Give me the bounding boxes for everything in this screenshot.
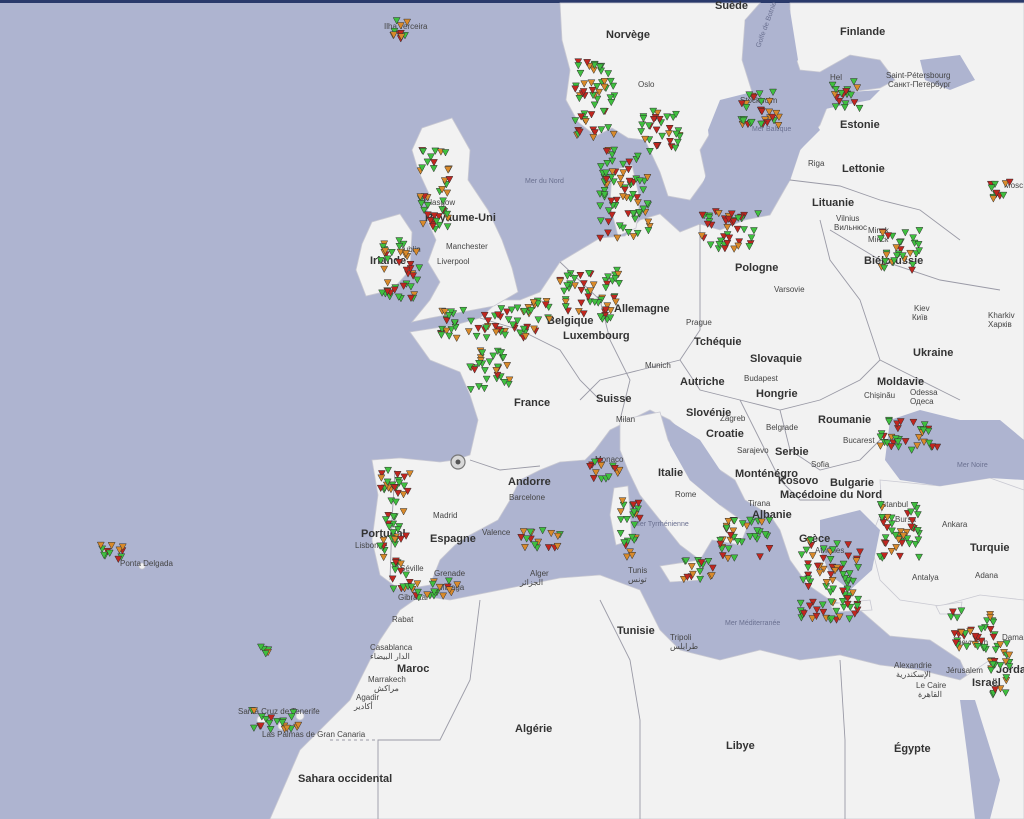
- label-luxembourg: Luxembourg: [563, 330, 630, 342]
- label-andorre: Andorre: [508, 476, 551, 488]
- label-budapest: Budapest: [744, 374, 779, 383]
- label-italie: Italie: [658, 467, 683, 479]
- label-croatie: Croatie: [706, 428, 744, 440]
- label-antalya: Antalya: [912, 573, 939, 582]
- label-tirana: Tirana: [748, 499, 771, 508]
- label-tripoli: Tripoli: [670, 633, 692, 642]
- label-france: France: [514, 397, 550, 409]
- label-tripoli-ar: طرابلس: [670, 642, 698, 651]
- label-chisinau: Chișinău: [864, 391, 895, 400]
- label-agadir-ar: أكادير: [353, 700, 373, 711]
- label-grece: Grèce: [799, 533, 830, 545]
- label-sofia: Sofia: [811, 460, 830, 469]
- label-mer-mediterranee: Mer Méditerranée: [725, 620, 780, 627]
- label-suisse: Suisse: [596, 393, 631, 405]
- label-montenegro: Monténégro: [735, 468, 798, 480]
- label-roumanie: Roumanie: [818, 414, 871, 426]
- label-tunisie: Tunisie: [617, 625, 655, 637]
- label-serbie: Serbie: [775, 446, 809, 458]
- label-lettonie: Lettonie: [842, 163, 885, 175]
- label-riga: Riga: [808, 159, 825, 168]
- label-jerusalem: Jérusalem: [946, 666, 983, 675]
- label-mer-du-nord: Mer du Nord: [525, 178, 564, 185]
- label-agadir: Agadir: [356, 693, 379, 702]
- label-norvege: Norvège: [606, 29, 650, 41]
- label-vilnius: Vilnius: [836, 214, 859, 223]
- label-kiev: Kiev: [914, 304, 930, 313]
- label-marrakech: Marrakech: [368, 675, 406, 684]
- label-kiev-ru: Київ: [912, 313, 928, 322]
- label-casablanca-ar: الدار البيضاء: [370, 652, 410, 661]
- label-helsinki: Hel: [830, 73, 842, 82]
- label-suede: Suède: [715, 0, 748, 12]
- label-le-caire: Le Caire: [916, 681, 947, 690]
- label-autriche: Autriche: [680, 376, 725, 388]
- label-sarajevo: Sarajevo: [737, 446, 769, 455]
- label-mer-tyrrhenienne: Mer Tyrrhénienne: [634, 521, 689, 528]
- label-liverpool: Liverpool: [437, 257, 470, 266]
- label-tunis: Tunis: [628, 566, 647, 575]
- label-manchester: Manchester: [446, 242, 488, 251]
- label-bulgarie: Bulgarie: [830, 477, 874, 489]
- selected-vessel-dot: [455, 459, 461, 465]
- label-milan: Milan: [616, 415, 635, 424]
- label-valence: Valence: [482, 528, 511, 537]
- label-casablanca: Casablanca: [370, 643, 413, 652]
- label-pologne: Pologne: [735, 262, 778, 274]
- label-maroc: Maroc: [397, 663, 429, 675]
- label-kharkiv-ru: Харків: [988, 320, 1012, 329]
- label-macedoine: Macédoine du Nord: [780, 489, 882, 501]
- label-espagne: Espagne: [430, 533, 476, 545]
- label-alger-ar: الجزائر: [519, 578, 543, 587]
- label-algerie: Algérie: [515, 723, 552, 735]
- label-prague: Prague: [686, 318, 712, 327]
- label-belgrade: Belgrade: [766, 423, 799, 432]
- label-las-palmas: Las Palmas de Gran Canaria: [262, 730, 366, 739]
- label-vilnius-ru: Вильнюс: [834, 223, 867, 232]
- label-barcelone: Barcelone: [509, 493, 546, 502]
- label-ankara: Ankara: [942, 520, 968, 529]
- label-oslo: Oslo: [638, 80, 655, 89]
- label-varsovie: Varsovie: [774, 285, 805, 294]
- label-mer-baltique: Mer Baltique: [752, 126, 791, 133]
- label-finlande: Finlande: [840, 26, 885, 38]
- label-estonie: Estonie: [840, 119, 880, 131]
- label-alger: Alger: [530, 569, 549, 578]
- label-belgique: Belgique: [547, 315, 593, 327]
- label-kharkiv: Kharkiv: [988, 311, 1015, 320]
- label-adana: Adana: [975, 571, 999, 580]
- label-le-caire-ar: القاهرة: [918, 690, 942, 699]
- label-lituanie: Lituanie: [812, 197, 854, 209]
- label-alexandrie: Alexandrie: [894, 661, 932, 670]
- label-bucarest: Bucarest: [843, 436, 875, 445]
- label-st-petersbourg: Saint-Pétersbourg: [886, 71, 950, 80]
- label-odessa-ru: Одеса: [910, 397, 934, 406]
- label-st-petersbourg-ru: Санкт-Петербург: [888, 80, 951, 89]
- label-rome: Rome: [675, 490, 697, 499]
- label-slovaquie: Slovaquie: [750, 353, 802, 365]
- label-tcheque: Tchéquie: [694, 336, 741, 348]
- map[interactable]: Suède Norvège Finlande Estonie Lettonie …: [0, 0, 1024, 819]
- label-grenade: Grenade: [434, 569, 466, 578]
- label-munich: Munich: [645, 361, 671, 370]
- label-rabat: Rabat: [392, 615, 414, 624]
- label-turquie: Turquie: [970, 542, 1010, 554]
- label-zagreb: Zagreb: [720, 414, 746, 423]
- label-odessa: Odessa: [910, 388, 938, 397]
- label-mer-noire: Mer Noire: [957, 462, 988, 469]
- label-allemagne: Allemagne: [614, 303, 670, 315]
- label-moldavie: Moldavie: [877, 376, 924, 388]
- label-ponta-delgada: Ponta Delgada: [120, 559, 173, 568]
- label-alexandrie-ar: الإسكندرية: [896, 670, 931, 679]
- label-libye: Libye: [726, 740, 755, 752]
- label-ukraine: Ukraine: [913, 347, 953, 359]
- label-tunis-ar: تونس: [628, 575, 647, 584]
- label-marrakech-ar: مراكش: [374, 684, 399, 693]
- label-hongrie: Hongrie: [756, 388, 798, 400]
- label-madrid: Madrid: [433, 511, 457, 520]
- label-sahara: Sahara occidental: [298, 773, 392, 785]
- label-egypte: Égypte: [894, 742, 931, 755]
